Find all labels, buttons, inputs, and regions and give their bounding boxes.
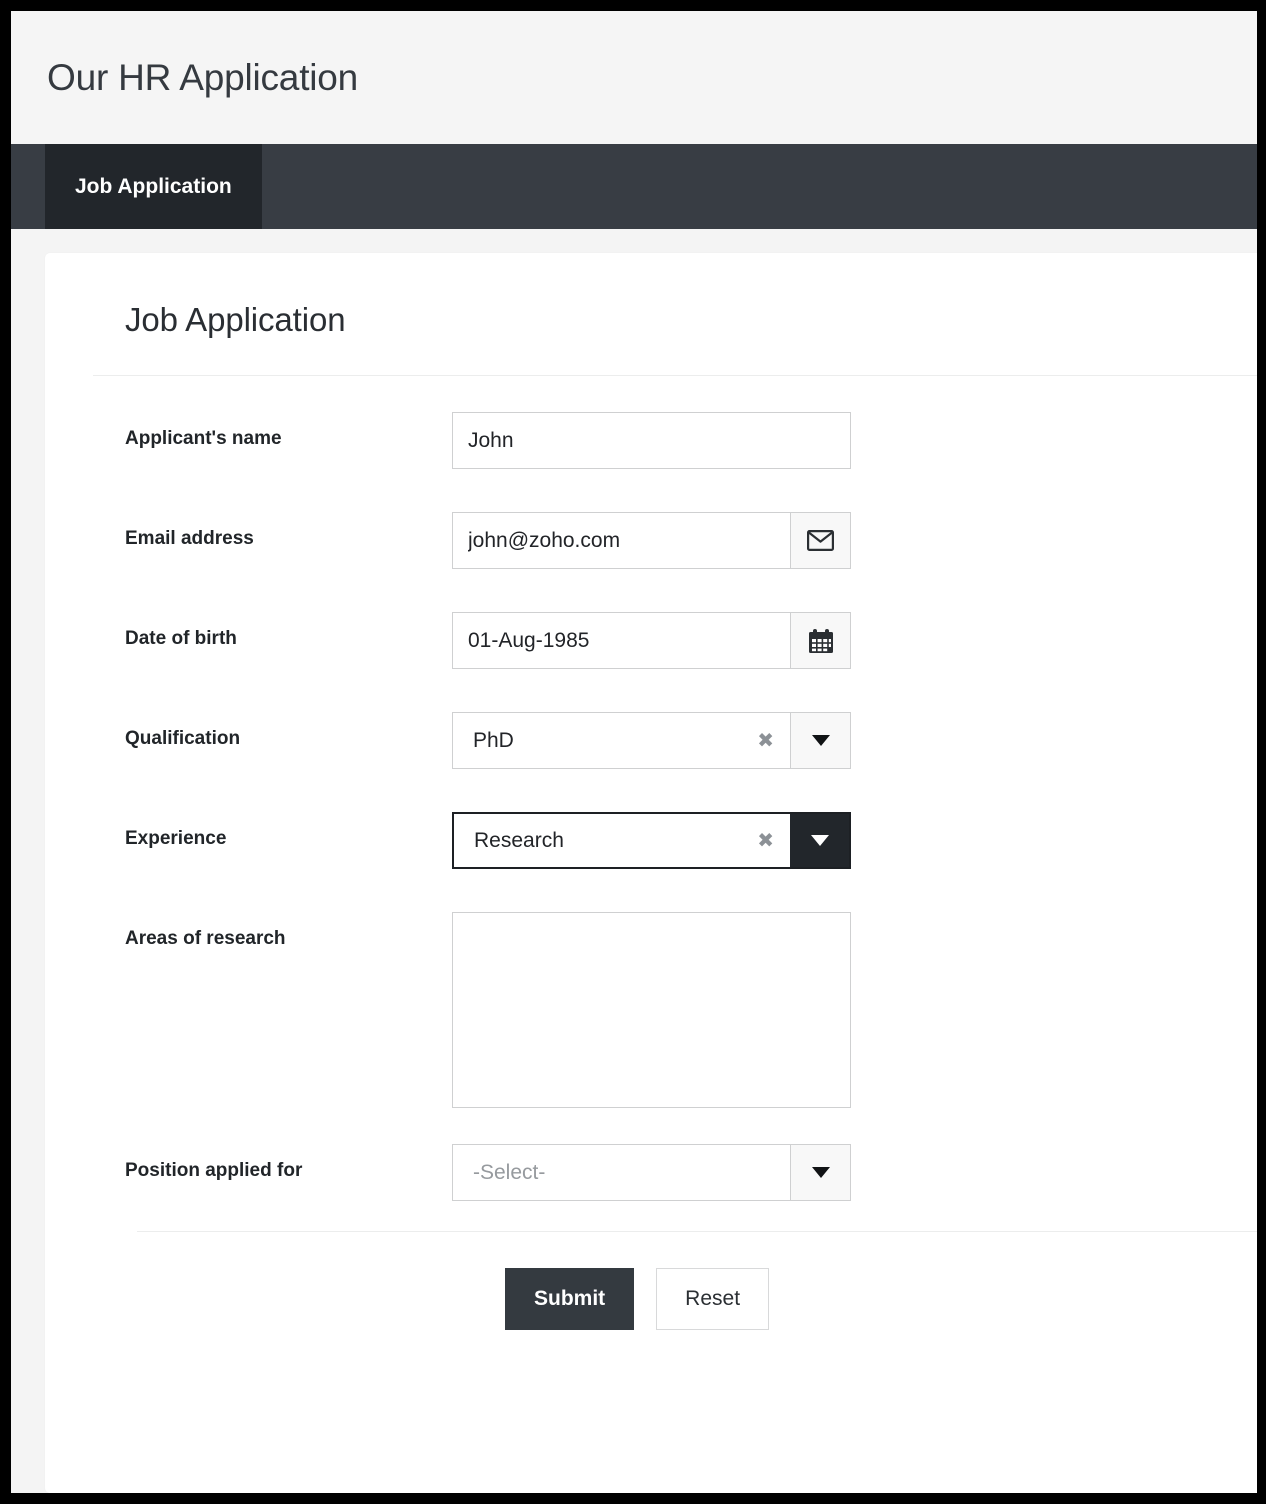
qualification-field[interactable]: PhD ✖ [452, 712, 790, 769]
field-row-areas-of-research: Areas of research [45, 912, 1257, 1108]
position-applied-for-dropdown-button[interactable] [790, 1144, 851, 1201]
field-row-experience: Experience Research ✖ [45, 812, 1257, 869]
card-title: Job Application [125, 301, 346, 338]
position-applied-for-label: Position applied for [125, 1160, 303, 1181]
experience-field[interactable]: Research ✖ [452, 812, 790, 869]
areas-of-research-label: Areas of research [125, 928, 286, 949]
field-row-position-applied-for: Position applied for -Select- [45, 1144, 1257, 1201]
tab-job-application-label: Job Application [75, 174, 232, 198]
experience-clear-icon[interactable]: ✖ [751, 831, 780, 851]
form-actions: Submit Reset [45, 1232, 1257, 1330]
applicant-name-input[interactable] [452, 412, 851, 469]
qualification-clear-icon[interactable]: ✖ [751, 731, 780, 751]
email-address-label: Email address [125, 528, 254, 549]
chevron-down-icon [811, 1167, 830, 1178]
email-addon-button[interactable] [790, 512, 851, 569]
position-applied-for-field[interactable]: -Select- [452, 1144, 790, 1201]
qualification-value: PhD [473, 728, 514, 752]
reset-button[interactable]: Reset [656, 1268, 770, 1330]
qualification-control: PhD ✖ [452, 712, 851, 769]
card-header: Job Application [45, 253, 1257, 339]
position-applied-for-value: -Select- [473, 1160, 546, 1184]
applicant-name-label: Applicant's name [125, 428, 282, 449]
position-applied-for-select[interactable]: -Select- [452, 1144, 851, 1201]
job-application-form: Applicant's name Email address [45, 376, 1257, 1201]
areas-of-research-textarea[interactable] [452, 912, 851, 1108]
browser-viewport: Our HR Application Job Application Job A… [11, 11, 1257, 1493]
chevron-down-icon [811, 735, 830, 746]
experience-dropdown-button[interactable] [790, 812, 851, 869]
experience-select[interactable]: Research ✖ [452, 812, 851, 869]
date-of-birth-control [452, 612, 851, 669]
chevron-down-icon [810, 835, 829, 846]
applicant-name-control [452, 412, 851, 469]
qualification-dropdown-button[interactable] [790, 712, 851, 769]
experience-label: Experience [125, 828, 227, 849]
field-row-applicant-name: Applicant's name [45, 412, 1257, 469]
qualification-select[interactable]: PhD ✖ [452, 712, 851, 769]
calendar-picker-button[interactable] [790, 612, 851, 669]
email-address-control [452, 512, 851, 569]
date-of-birth-input[interactable] [452, 612, 790, 669]
field-row-email-address: Email address [45, 512, 1257, 569]
qualification-label: Qualification [125, 728, 241, 749]
app-header: Our HR Application [11, 11, 1257, 144]
email-address-input[interactable] [452, 512, 790, 569]
date-of-birth-label: Date of birth [125, 628, 237, 649]
navbar: Job Application [11, 144, 1257, 229]
envelope-icon [807, 530, 834, 551]
tab-job-application[interactable]: Job Application [45, 144, 262, 229]
experience-value: Research [474, 828, 564, 852]
form-card: Job Application Applicant's name Email a… [45, 253, 1257, 1493]
experience-control: Research ✖ [452, 812, 851, 869]
submit-button[interactable]: Submit [505, 1268, 635, 1330]
page-title: Our HR Application [47, 56, 359, 98]
field-row-date-of-birth: Date of birth [45, 612, 1257, 669]
page-body: Job Application Applicant's name Email a… [11, 229, 1257, 1493]
field-row-qualification: Qualification PhD ✖ [45, 712, 1257, 769]
position-applied-for-control: -Select- [452, 1144, 851, 1201]
areas-of-research-control [452, 912, 851, 1108]
screenshot-frame: Our HR Application Job Application Job A… [0, 0, 1266, 1504]
calendar-icon [808, 628, 833, 653]
